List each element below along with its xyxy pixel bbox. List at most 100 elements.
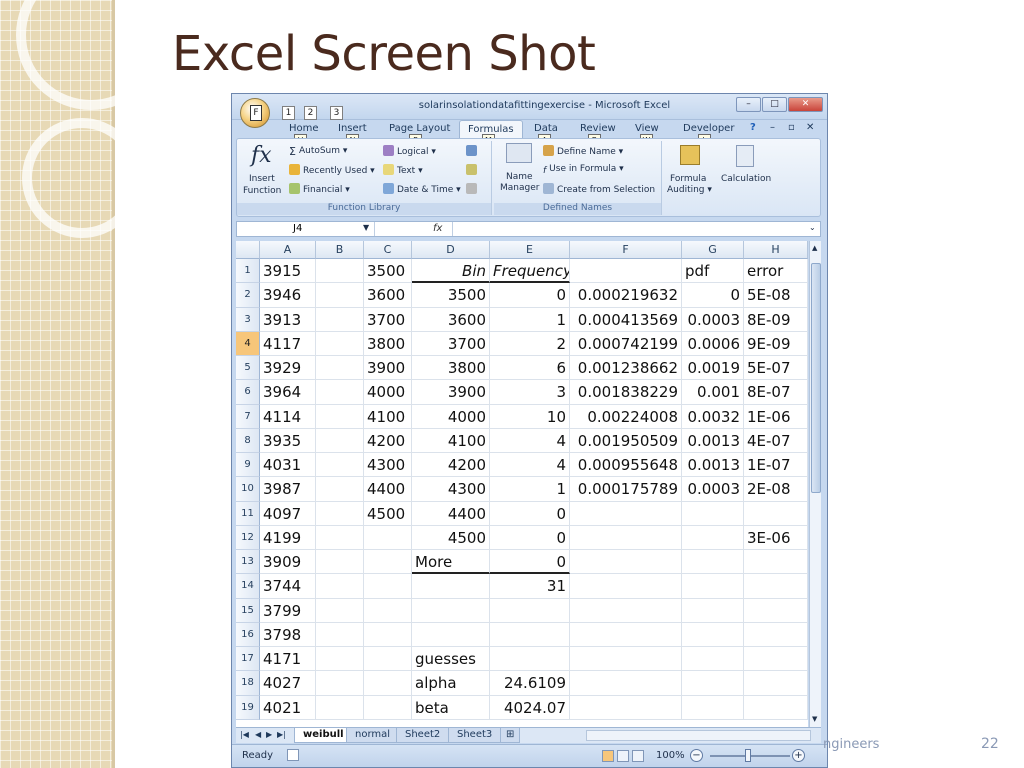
date-time-button[interactable]: Date & Time ▾ (383, 183, 461, 195)
cell-e17[interactable] (490, 647, 570, 672)
cell-f13[interactable] (570, 550, 682, 575)
cell-g7[interactable]: 0.0032 (682, 404, 744, 429)
row-header-6[interactable]: 6 (236, 380, 260, 405)
cell-d18[interactable]: alpha (412, 671, 490, 696)
cell-a14[interactable]: 3744 (260, 574, 316, 599)
cell-h11[interactable] (744, 501, 808, 526)
cell-c1[interactable]: 3500 (364, 259, 412, 284)
cell-h6[interactable]: 8E-07 (744, 380, 808, 405)
cell-b19[interactable] (316, 695, 364, 720)
row-header-3[interactable]: 3 (236, 307, 260, 332)
cell-e15[interactable] (490, 598, 570, 623)
cell-c10[interactable]: 4400 (364, 477, 412, 502)
cell-c16[interactable] (364, 622, 412, 647)
row-header-13[interactable]: 13 (236, 550, 260, 575)
text-button[interactable]: Text ▾ (383, 164, 423, 176)
cell-a12[interactable]: 4199 (260, 525, 316, 550)
cell-d11[interactable]: 4400 (412, 501, 490, 526)
math-trig-icon[interactable] (466, 164, 480, 176)
column-header-c[interactable]: C (364, 241, 412, 259)
cell-c7[interactable]: 4100 (364, 404, 412, 429)
close-button[interactable]: ✕ (788, 97, 823, 112)
cell-h4[interactable]: 9E-09 (744, 331, 808, 356)
cell-c4[interactable]: 3800 (364, 331, 412, 356)
cell-e7[interactable]: 10 (490, 404, 570, 429)
cell-f3[interactable]: 0.000413569 (570, 307, 682, 332)
cell-f2[interactable]: 0.000219632 (570, 283, 682, 308)
zoom-level[interactable]: 100% (656, 750, 685, 761)
next-sheet-icon[interactable]: ▶ (266, 730, 272, 739)
cell-d12[interactable]: 4500 (412, 525, 490, 550)
zoom-out-button[interactable]: − (690, 749, 703, 762)
scroll-up-icon[interactable]: ▲ (812, 244, 817, 252)
cell-h5[interactable]: 5E-07 (744, 356, 808, 381)
cell-a11[interactable]: 4097 (260, 501, 316, 526)
cell-h10[interactable]: 2E-08 (744, 477, 808, 502)
cell-c14[interactable] (364, 574, 412, 599)
cell-h18[interactable] (744, 671, 808, 696)
cell-g5[interactable]: 0.0019 (682, 356, 744, 381)
row-header-14[interactable]: 14 (236, 574, 260, 599)
vertical-scrollbar[interactable]: ▲ ▼ (809, 241, 821, 727)
row-header-15[interactable]: 15 (236, 598, 260, 623)
cell-g17[interactable] (682, 647, 744, 672)
cell-a17[interactable]: 4171 (260, 647, 316, 672)
cell-e1[interactable]: Frequency (490, 259, 570, 284)
row-header-8[interactable]: 8 (236, 428, 260, 453)
sheet-tab-weibull[interactable]: weibull (294, 728, 353, 743)
formula-auditing-icon[interactable] (680, 145, 700, 165)
row-header-12[interactable]: 12 (236, 525, 260, 550)
cell-f19[interactable] (570, 695, 682, 720)
cell-c9[interactable]: 4300 (364, 453, 412, 478)
cell-f9[interactable]: 0.000955648 (570, 453, 682, 478)
cell-e2[interactable]: 0 (490, 283, 570, 308)
cell-b6[interactable] (316, 380, 364, 405)
cell-b15[interactable] (316, 598, 364, 623)
minimize-button[interactable]: – (736, 97, 761, 112)
cell-a1[interactable]: 3915 (260, 259, 316, 284)
cell-f15[interactable] (570, 598, 682, 623)
cell-f18[interactable] (570, 671, 682, 696)
column-header-g[interactable]: G (682, 241, 744, 259)
cell-c3[interactable]: 3700 (364, 307, 412, 332)
row-header-18[interactable]: 18 (236, 671, 260, 696)
name-box-dropdown-icon[interactable]: ▼ (363, 223, 369, 232)
cell-b18[interactable] (316, 671, 364, 696)
cell-g2[interactable]: 0 (682, 283, 744, 308)
cell-e6[interactable]: 3 (490, 380, 570, 405)
cell-g3[interactable]: 0.0003 (682, 307, 744, 332)
lookup-reference-icon[interactable] (466, 145, 480, 157)
cell-a7[interactable]: 4114 (260, 404, 316, 429)
formula-auditing-button-line2[interactable]: Auditing ▾ (667, 185, 712, 195)
cell-e3[interactable]: 1 (490, 307, 570, 332)
column-header-a[interactable]: A (260, 241, 316, 259)
cell-b8[interactable] (316, 428, 364, 453)
cell-b5[interactable] (316, 356, 364, 381)
cell-b13[interactable] (316, 550, 364, 575)
cell-g8[interactable]: 0.0013 (682, 428, 744, 453)
cell-a8[interactable]: 3935 (260, 428, 316, 453)
cell-d1[interactable]: Bin (412, 259, 490, 284)
cell-d16[interactable] (412, 622, 490, 647)
column-header-b[interactable]: B (316, 241, 364, 259)
cell-b14[interactable] (316, 574, 364, 599)
cell-d2[interactable]: 3500 (412, 283, 490, 308)
cell-d8[interactable]: 4100 (412, 428, 490, 453)
cell-c13[interactable] (364, 550, 412, 575)
cell-f4[interactable]: 0.000742199 (570, 331, 682, 356)
cell-g6[interactable]: 0.001 (682, 380, 744, 405)
cell-d3[interactable]: 3600 (412, 307, 490, 332)
zoom-in-button[interactable]: + (792, 749, 805, 762)
cell-e18[interactable]: 24.6109 (490, 671, 570, 696)
tab-page-layout[interactable]: Page Layout (389, 123, 450, 134)
row-header-7[interactable]: 7 (236, 404, 260, 429)
cell-c18[interactable] (364, 671, 412, 696)
recently-used-button[interactable]: Recently Used ▾ (289, 164, 375, 176)
cell-b9[interactable] (316, 453, 364, 478)
cell-b11[interactable] (316, 501, 364, 526)
cell-d17[interactable]: guesses (412, 647, 490, 672)
cell-e16[interactable] (490, 622, 570, 647)
cell-b1[interactable] (316, 259, 364, 284)
cell-h14[interactable] (744, 574, 808, 599)
tab-view[interactable]: View (635, 123, 659, 134)
